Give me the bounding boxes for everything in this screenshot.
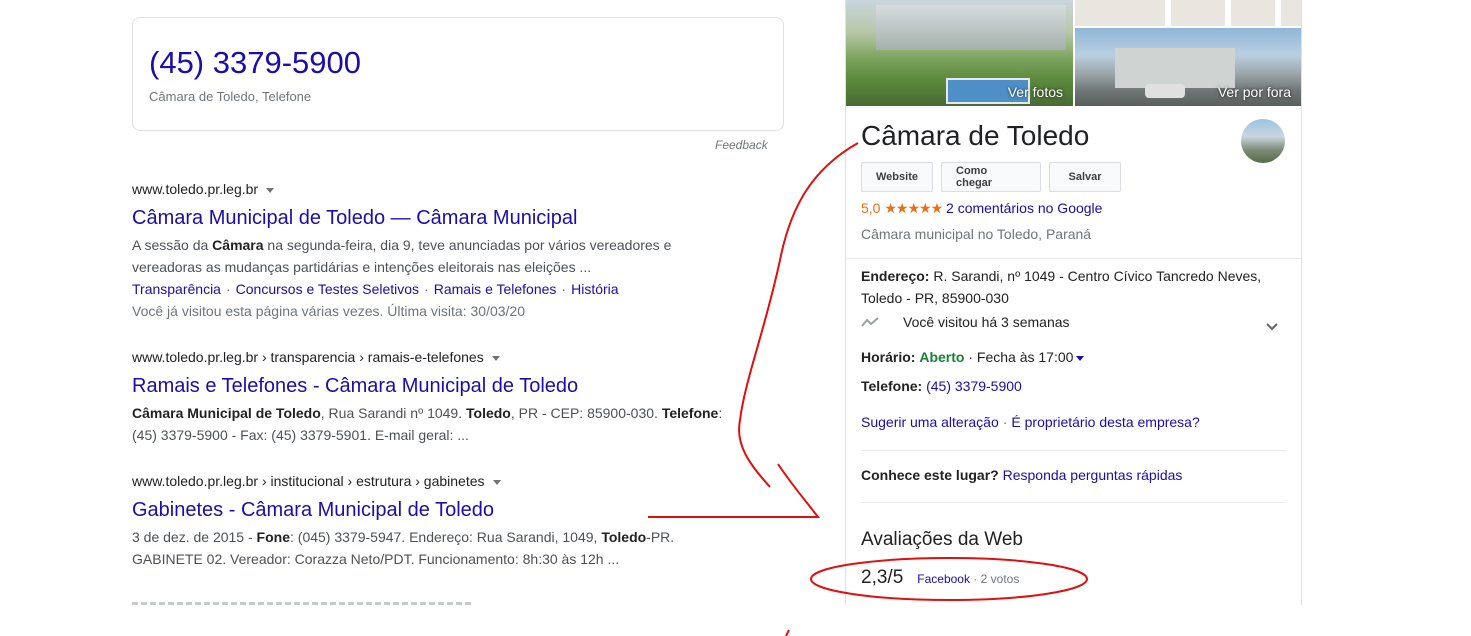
search-result: www.toledo.pr.leg.br Câmara Municipal de… — [132, 181, 732, 322]
facebook-review-link[interactable]: Facebook — [917, 572, 970, 586]
chevron-down-icon[interactable] — [491, 355, 500, 361]
search-result: www.toledo.pr.leg.br › institucional › e… — [132, 473, 732, 570]
search-result: www.toledo.pr.leg.br › transparencia › r… — [132, 349, 732, 446]
open-status: Aberto — [919, 349, 965, 365]
owner-link[interactable]: É proprietário desta empresa? — [1011, 414, 1199, 430]
reviews-link[interactable]: 2 comentários no Google — [946, 200, 1102, 216]
result-url[interactable]: www.toledo.pr.leg.br › transparencia › r… — [132, 349, 732, 365]
answer-subtitle: Câmara de Toledo, Telefone — [149, 89, 312, 104]
annotation-tick — [785, 629, 790, 636]
address-row: Endereço: R. Sarandi, nº 1049 - Centro C… — [861, 268, 1262, 306]
divider — [861, 450, 1286, 451]
visited-row[interactable]: Você visitou há 3 semanas — [861, 314, 1281, 330]
result-snippet: A sessão da Câmara na segunda-feira, dia… — [132, 237, 672, 275]
street-view-thumbnail[interactable]: Ver por fora — [1075, 28, 1301, 106]
answer-phone-number[interactable]: (45) 3379-5900 — [149, 45, 361, 81]
know-this-place-row: Conhece este lugar? Responda perguntas r… — [861, 467, 1183, 483]
result-snippet: 3 de dez. de 2015 - Fone: (045) 3379-594… — [132, 529, 675, 567]
result-title-link[interactable]: Câmara Municipal de Toledo — Câmara Muni… — [132, 205, 732, 231]
result-url[interactable]: www.toledo.pr.leg.br — [132, 181, 732, 197]
sitelink-transparencia[interactable]: Transparência — [132, 281, 221, 297]
divider — [846, 258, 1301, 259]
sitelink-ramais[interactable]: Ramais e Telefones — [434, 281, 557, 297]
see-outside-label[interactable]: Ver por fora — [1218, 84, 1291, 100]
hours-row: Horário: Aberto · Fecha às 17:00 — [861, 346, 1085, 368]
place-avatar[interactable] — [1241, 119, 1285, 163]
place-type: Câmara municipal no Toledo, Paraná — [861, 226, 1092, 242]
phone-link[interactable]: (45) 3379-5900 — [926, 378, 1022, 394]
result-sitelinks: Transparência · Concursos e Testes Seletiv… — [132, 281, 619, 297]
knowledge-panel: Ver fotos Ver por fora Câmara de Toledo … — [845, 0, 1302, 605]
vote-count: · 2 votos — [969, 572, 1020, 586]
chevron-down-icon[interactable] — [1266, 318, 1278, 331]
web-review-row: 2,3/5 Facebook · 2 votos — [861, 567, 1019, 589]
chevron-down-icon[interactable] — [266, 187, 275, 193]
address-value[interactable]: R. Sarandi, nº 1049 - Centro Cívico Tanc… — [933, 268, 1261, 284]
sitelink-concursos[interactable]: Concursos e Testes Seletivos — [236, 281, 419, 297]
visited-note: Você já visitou esta página várias vezes… — [132, 303, 525, 319]
website-button[interactable]: Website — [861, 162, 933, 192]
phone-answer-card: (45) 3379-5900 Câmara de Toledo, Telefon… — [132, 17, 784, 131]
suggest-edit-link[interactable]: Sugerir uma alteração — [861, 414, 999, 430]
photo-strip: Ver fotos Ver por fora — [846, 0, 1301, 106]
web-reviews-heading: Avaliações da Web — [861, 529, 1023, 550]
rating-value: 5,0 — [861, 200, 881, 216]
result-url[interactable]: www.toledo.pr.leg.br › institucional › e… — [132, 473, 732, 489]
map-thumbnail[interactable] — [1075, 0, 1301, 26]
cut-off-result — [132, 598, 472, 606]
feedback-link[interactable]: Feedback — [715, 138, 768, 152]
edit-links: Sugerir uma alteração · É proprietário des… — [861, 414, 1200, 430]
divider — [861, 502, 1286, 503]
chevron-down-icon[interactable] — [1076, 355, 1085, 361]
directions-button[interactable]: Como chegar — [941, 162, 1041, 192]
chevron-down-icon[interactable] — [492, 479, 501, 485]
save-button[interactable]: Salvar — [1049, 162, 1121, 192]
rating-row: 5,0 ★★★★★ 2 comentários no Google — [861, 200, 1102, 217]
trend-icon — [861, 314, 889, 330]
photo-thumbnail[interactable]: Ver fotos — [846, 0, 1073, 106]
sitelink-historia[interactable]: História — [571, 281, 618, 297]
answer-questions-link[interactable]: Responda perguntas rápidas — [1003, 467, 1183, 483]
result-snippet: Câmara Municipal de Toledo, Rua Sarandi … — [132, 405, 723, 443]
result-title-link[interactable]: Ramais e Telefones - Câmara Municipal de… — [132, 373, 732, 399]
action-buttons: Website Como chegar Salvar — [861, 162, 1121, 192]
web-score: 2,3/5 — [861, 567, 904, 588]
see-photos-label[interactable]: Ver fotos — [1008, 84, 1063, 100]
hours-dropdown[interactable]: Fecha às 17:00 — [977, 349, 1074, 365]
result-title-link[interactable]: Gabinetes - Câmara Municipal de Toledo — [132, 497, 732, 523]
phone-row: Telefone: (45) 3379-5900 — [861, 378, 1022, 394]
place-title: Câmara de Toledo — [861, 120, 1090, 151]
annotation-curve-arrow — [738, 142, 859, 488]
star-rating-icon: ★★★★★ — [884, 200, 943, 216]
